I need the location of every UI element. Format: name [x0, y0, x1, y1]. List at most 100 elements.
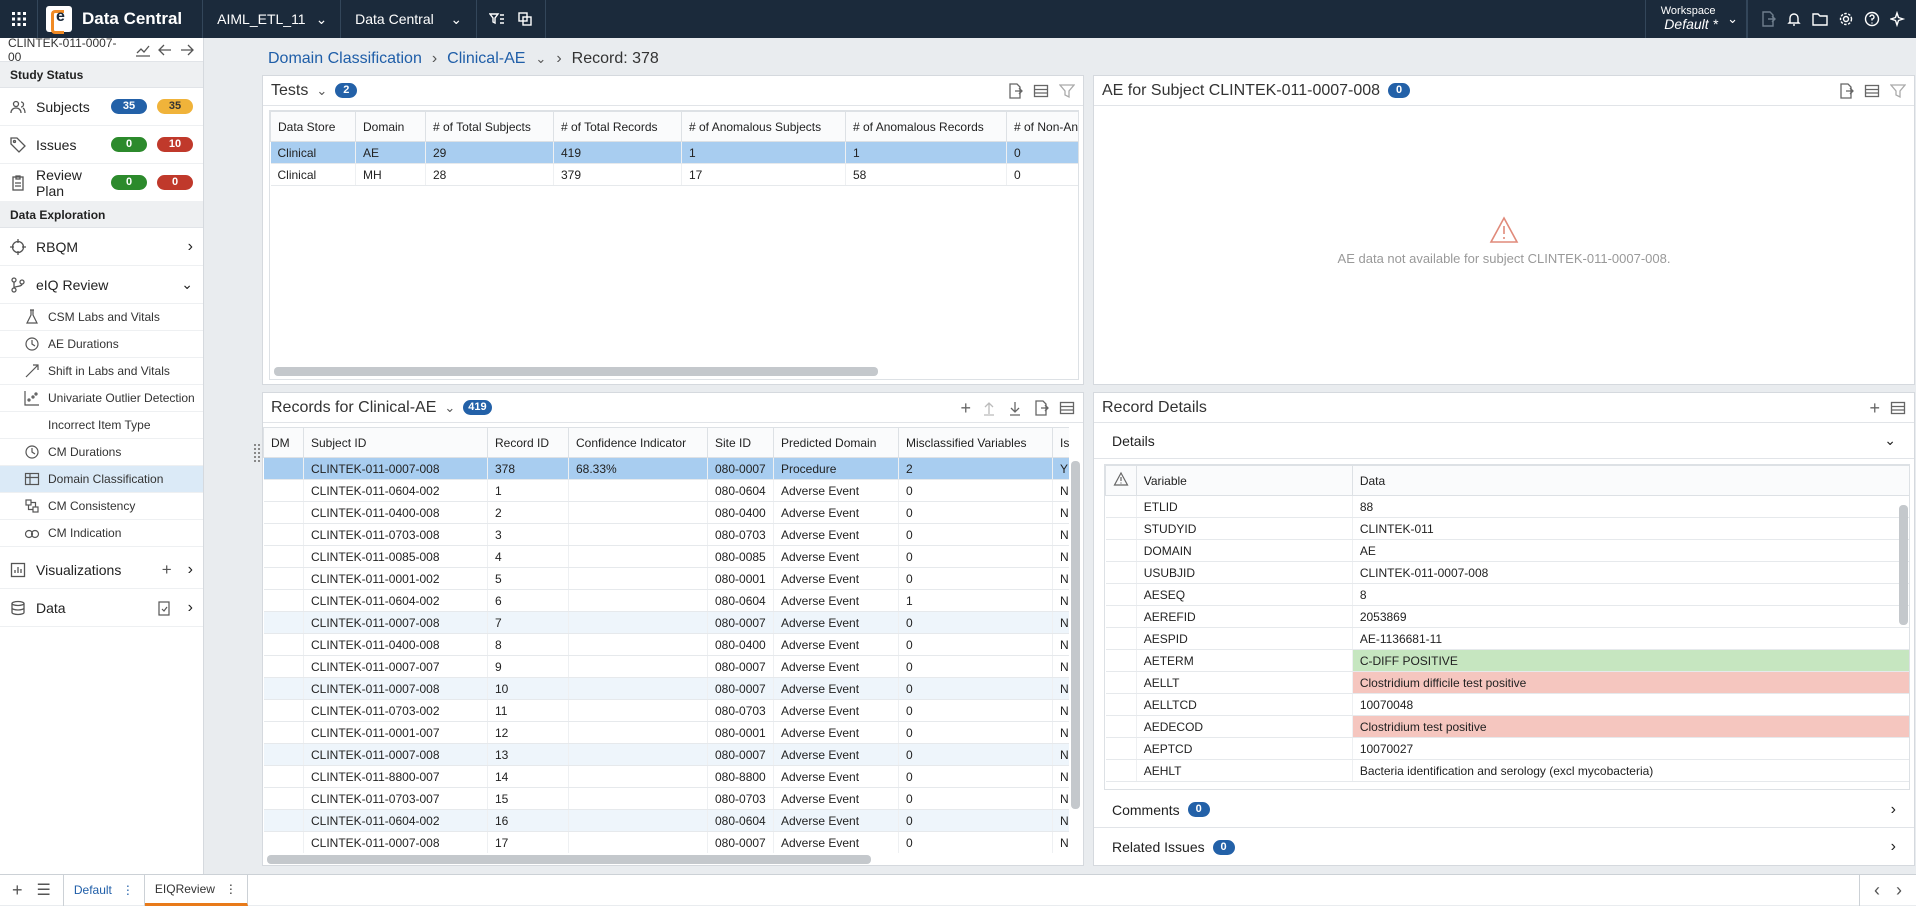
layout-icon[interactable] — [1059, 400, 1075, 416]
table-row[interactable]: CLINTEK-011-0007-008 378 68.33% 080-0007 Pro… — [263, 457, 1069, 480]
detail-row[interactable]: AESEQ 8 — [1105, 583, 1909, 606]
app-grid-icon[interactable] — [0, 0, 38, 38]
table-row[interactable]: CLINTEK-011-0007-008 17 080-0007 Adverse Ev… — [263, 831, 1069, 853]
table-row[interactable]: CLINTEK-011-0007-008 10 080-0007 Adverse Ev… — [263, 677, 1069, 700]
help-icon[interactable] — [1864, 11, 1880, 27]
sidebar-item-visualizations[interactable]: Visualizations + › — [0, 551, 203, 589]
workspace-selector[interactable]: Workspace Default * ⌄ — [1645, 0, 1747, 38]
previous-icon[interactable] — [157, 42, 173, 58]
table-row[interactable]: CLINTEK-011-0007-007 9 080-0007 Adverse Eve… — [263, 655, 1069, 678]
column-header[interactable]: Domain — [355, 111, 426, 142]
sidebar-item-rbqm[interactable]: RBQM › — [0, 228, 203, 266]
download-icon[interactable] — [1007, 400, 1023, 416]
upload-icon[interactable] — [981, 400, 997, 416]
column-header[interactable]: # of Non-An — [1006, 111, 1078, 142]
detail-row[interactable]: AEPTCD 10070027 — [1105, 737, 1909, 760]
filter-icon[interactable] — [1890, 83, 1906, 99]
table-row[interactable]: CLINTEK-011-0703-007 15 080-0703 Adverse Ev… — [263, 787, 1069, 810]
next-icon[interactable] — [179, 42, 195, 58]
table-row[interactable]: CLINTEK-011-0604-002 1 080-0604 Adverse Eve… — [263, 479, 1069, 502]
table-row[interactable]: CLINTEK-011-0400-008 2 080-0400 Adverse Eve… — [263, 501, 1069, 524]
table-row[interactable]: Clinical AE 29 419 1 1 0 — [270, 141, 1078, 164]
column-header[interactable]: Subject ID — [303, 427, 488, 458]
detail-row[interactable]: AESPID AE-1136681-11 — [1105, 627, 1909, 650]
comments-section[interactable]: Comments 0 › — [1094, 792, 1914, 828]
column-header[interactable]: Variable — [1135, 465, 1353, 496]
details-section-header[interactable]: Details ⌄ — [1094, 423, 1914, 459]
copy-icon[interactable] — [517, 11, 533, 27]
gear-icon[interactable] — [1838, 11, 1854, 27]
sidebar-subitem[interactable]: CM Durations — [0, 439, 203, 466]
detail-row[interactable]: AEREFID 2053869 — [1105, 605, 1909, 628]
detail-row[interactable]: DOMAIN AE — [1105, 539, 1909, 562]
vertical-scrollbar[interactable] — [1899, 505, 1908, 625]
table-row[interactable]: CLINTEK-011-8800-007 14 080-8800 Adverse Ev… — [263, 765, 1069, 788]
workspace-tab-eiqreview[interactable]: EIQReview ⋮ — [144, 874, 248, 906]
resize-handle[interactable] — [254, 444, 260, 462]
sidebar-item-review-plan[interactable]: Review Plan 0 0 — [0, 164, 203, 202]
column-header[interactable]: DM — [263, 427, 304, 458]
breadcrumb-clinical-ae[interactable]: Clinical-AE — [447, 50, 525, 68]
sidebar-subitem[interactable]: Shift in Labs and Vitals — [0, 358, 203, 385]
column-header[interactable]: Confidence Indicator — [568, 427, 708, 458]
export-icon[interactable] — [1033, 399, 1049, 416]
workspace-tab-default[interactable]: Default ⋮ — [64, 874, 145, 906]
sidebar-subitem-selected[interactable]: Domain Classification — [0, 466, 203, 493]
chart-icon[interactable] — [135, 42, 151, 58]
layout-icon[interactable] — [1890, 400, 1906, 416]
column-header[interactable]: # of Anomalous Records — [845, 111, 1007, 142]
folder-icon[interactable] — [1812, 11, 1828, 27]
plus-icon[interactable]: + — [12, 880, 23, 901]
column-header[interactable]: Site ID — [707, 427, 774, 458]
chevron-down-icon[interactable]: ⌄ — [316, 83, 327, 99]
chevron-down-icon[interactable]: ⌄ — [444, 400, 455, 416]
column-header[interactable]: # of Total Subjects — [425, 111, 554, 142]
table-row[interactable]: CLINTEK-011-0703-008 3 080-0703 Adverse Eve… — [263, 523, 1069, 546]
table-row[interactable]: CLINTEK-011-0703-002 11 080-0703 Adverse Ev… — [263, 699, 1069, 722]
column-header[interactable]: Record ID — [487, 427, 569, 458]
study-dropdown[interactable]: AIML_ETL_11 ⌄ — [203, 0, 342, 38]
detail-row[interactable]: STUDYID CLINTEK-011 — [1105, 517, 1909, 540]
more-icon[interactable]: ⋮ — [225, 882, 237, 896]
table-row[interactable]: CLINTEK-011-0001-007 12 080-0001 Adverse Ev… — [263, 721, 1069, 744]
chevron-left-icon[interactable]: ‹ — [1874, 880, 1880, 901]
plus-icon[interactable]: + — [1869, 399, 1880, 417]
table-row[interactable]: CLINTEK-011-0001-002 5 080-0001 Adverse Eve… — [263, 567, 1069, 590]
related-issues-section[interactable]: Related Issues 0 › — [1094, 829, 1914, 865]
sidebar-subitem[interactable]: CM Indication — [0, 520, 203, 547]
detail-row[interactable]: AELLT Clostridium difficile test positive — [1105, 671, 1909, 694]
sidebar-subitem[interactable]: Incorrect Item Type — [0, 412, 203, 439]
layout-icon[interactable] — [1864, 83, 1880, 99]
column-header[interactable]: Is Anomal — [1052, 427, 1069, 458]
sidebar-item-subjects[interactable]: Subjects 35 35 — [0, 88, 203, 126]
clipboard-check-icon[interactable] — [156, 600, 172, 616]
table-row[interactable]: CLINTEK-011-0007-008 7 080-0007 Adverse Eve… — [263, 611, 1069, 634]
export-icon[interactable] — [1760, 11, 1776, 27]
module-dropdown[interactable]: Data Central ⌄ — [341, 0, 478, 38]
table-row[interactable]: CLINTEK-011-0400-008 8 080-0400 Adverse Eve… — [263, 633, 1069, 656]
more-icon[interactable]: ⋮ — [122, 883, 134, 897]
plus-icon[interactable]: + — [162, 560, 172, 580]
horizontal-scrollbar[interactable] — [267, 855, 871, 864]
table-row[interactable]: Clinical MH 28 379 17 58 0 — [270, 163, 1078, 186]
detail-row[interactable]: AELLTCD 10070048 — [1105, 693, 1909, 716]
breadcrumb-domain-classification[interactable]: Domain Classification — [268, 50, 422, 68]
export-icon[interactable] — [1007, 82, 1023, 99]
column-header[interactable]: # of Total Records — [553, 111, 682, 142]
column-header[interactable]: Misclassified Variables — [898, 427, 1053, 458]
table-row[interactable]: CLINTEK-011-0007-008 13 080-0007 Adverse Ev… — [263, 743, 1069, 766]
detail-row[interactable]: ETLID 88 — [1105, 495, 1909, 518]
sidebar-item-data[interactable]: Data › — [0, 589, 203, 627]
layout-icon[interactable] — [1033, 83, 1049, 99]
table-row[interactable]: CLINTEK-011-0085-008 4 080-0085 Adverse Eve… — [263, 545, 1069, 568]
table-row[interactable]: CLINTEK-011-0604-002 6 080-0604 Adverse Eve… — [263, 589, 1069, 612]
sidebar-subitem[interactable]: Univariate Outlier Detection — [0, 385, 203, 412]
sparkle-icon[interactable] — [1890, 11, 1906, 27]
export-icon[interactable] — [1838, 82, 1854, 99]
vertical-scrollbar[interactable] — [1071, 461, 1080, 809]
detail-row[interactable]: AETERM C-DIFF POSITIVE — [1105, 649, 1909, 672]
column-header[interactable]: Data — [1351, 465, 1909, 496]
horizontal-scrollbar[interactable] — [274, 367, 878, 376]
column-header[interactable]: # of Anomalous Subjects — [681, 111, 846, 142]
column-header[interactable]: Predicted Domain — [773, 427, 899, 458]
